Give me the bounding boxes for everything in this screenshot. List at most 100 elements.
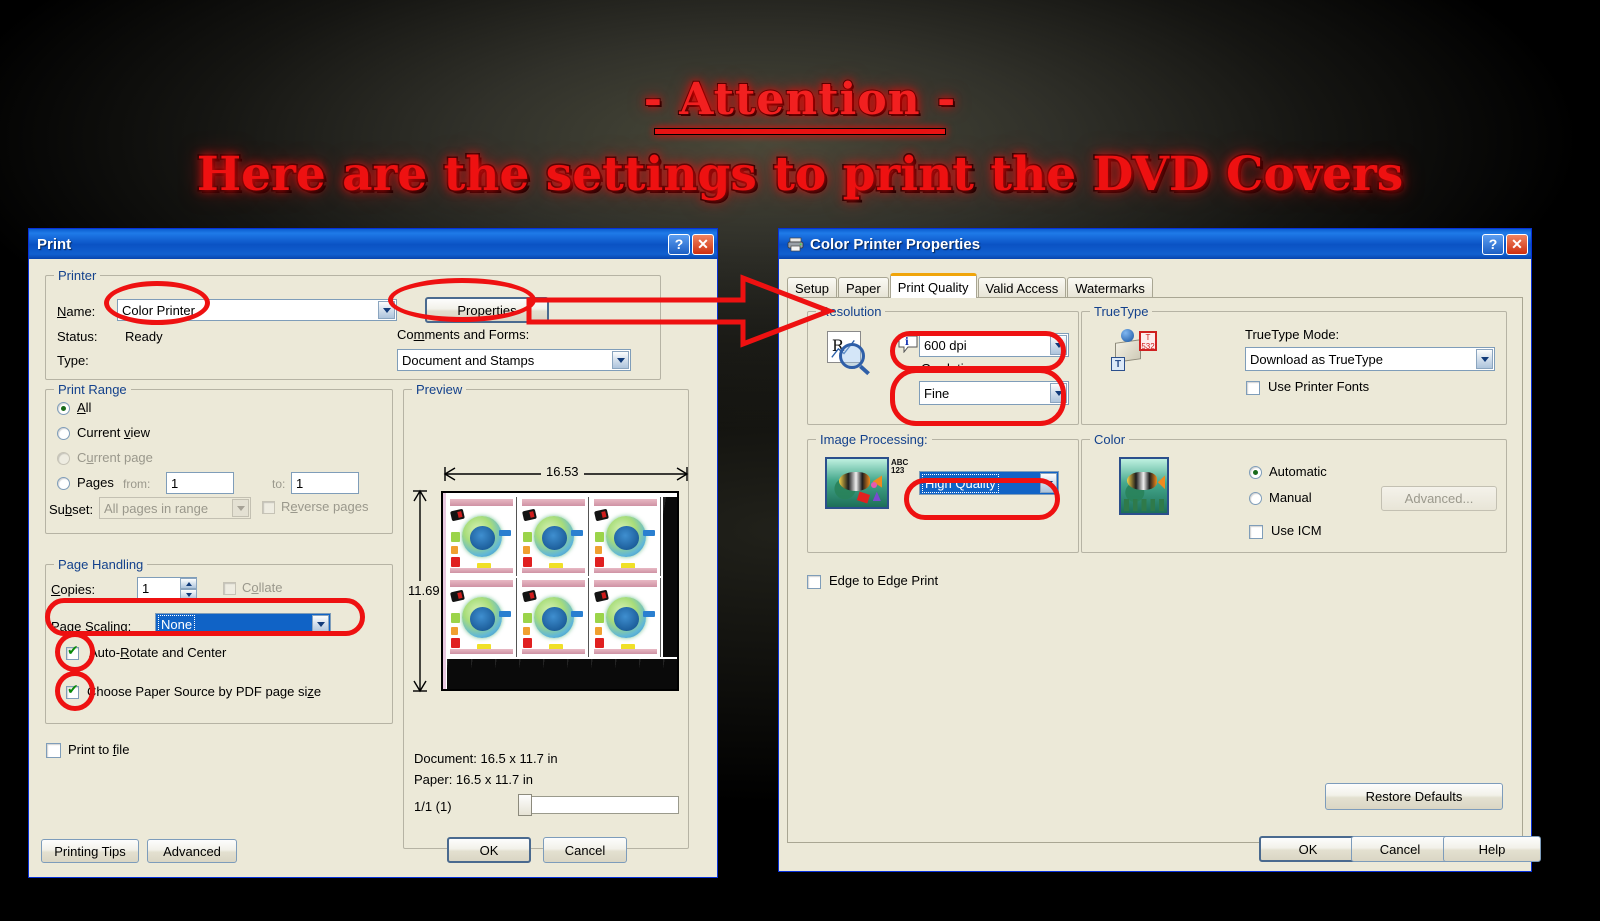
truetype-mode-combo[interactable]: Download as TrueType bbox=[1245, 347, 1495, 371]
printer-name-combo[interactable]: Color Printer bbox=[117, 299, 397, 321]
preview-cover bbox=[447, 497, 517, 576]
svg-text:i: i bbox=[905, 337, 909, 348]
chevron-down-icon bbox=[232, 499, 249, 517]
radio-all[interactable] bbox=[57, 402, 70, 415]
radio-current-view[interactable] bbox=[57, 427, 70, 440]
restore-defaults-button[interactable]: Restore Defaults bbox=[1325, 783, 1503, 810]
use-printer-fonts-checkbox[interactable] bbox=[1246, 381, 1260, 395]
collate-label: Collate bbox=[242, 580, 283, 595]
tab-paper[interactable]: Paper bbox=[837, 277, 889, 298]
printing-tips-label: Printing Tips bbox=[54, 843, 126, 859]
chevron-down-icon[interactable] bbox=[312, 615, 329, 633]
chevron-down-icon[interactable] bbox=[612, 351, 629, 369]
pages-to-label: to: bbox=[272, 477, 286, 491]
page-scaling-label: Page Scaling: bbox=[51, 619, 132, 634]
reverse-pages-checkbox bbox=[262, 501, 275, 514]
props-cancel-label: Cancel bbox=[1379, 841, 1421, 857]
help-button[interactable]: ? bbox=[1482, 233, 1504, 255]
collate-checkbox bbox=[223, 582, 236, 595]
props-ok-button[interactable]: OK bbox=[1259, 836, 1357, 862]
advanced-button[interactable]: Advanced bbox=[147, 839, 237, 863]
radio-color-automatic[interactable] bbox=[1249, 466, 1262, 479]
tab-setup[interactable]: Setup bbox=[787, 277, 837, 298]
help-button[interactable]: ? bbox=[668, 233, 690, 255]
truetype-mode-label: TrueType Mode: bbox=[1245, 327, 1340, 342]
truetype-mode-value: Download as TrueType bbox=[1250, 351, 1383, 367]
printing-tips-button[interactable]: Printing Tips bbox=[41, 839, 139, 863]
tab-print-quality[interactable]: Print Quality bbox=[889, 273, 977, 298]
page-scaling-combo[interactable]: None bbox=[155, 613, 331, 635]
pages-from-value: 1 bbox=[171, 475, 179, 491]
banner-line-1: - Attention - bbox=[643, 74, 957, 125]
radio-color-automatic-label: Automatic bbox=[1269, 464, 1327, 479]
chevron-down-icon[interactable] bbox=[1040, 473, 1057, 493]
printer-icon bbox=[787, 237, 804, 252]
preview-cover bbox=[447, 578, 517, 657]
printer-group-label: Printer bbox=[54, 268, 101, 283]
truetype-icon: T 532 T bbox=[1109, 327, 1165, 375]
properties-dialog-body: Setup Paper Print Quality Valid Access W… bbox=[779, 259, 1541, 871]
print-ok-button[interactable]: OK bbox=[447, 837, 531, 863]
stepper-up-icon[interactable] bbox=[180, 578, 197, 589]
close-button[interactable]: ✕ bbox=[692, 233, 714, 255]
comments-and-forms-label: Comments and Forms: bbox=[397, 327, 530, 342]
preview-page-slider[interactable] bbox=[518, 794, 679, 816]
copies-value: 1 bbox=[142, 580, 150, 596]
copies-stepper[interactable] bbox=[180, 578, 197, 600]
chevron-down-icon[interactable] bbox=[1050, 335, 1067, 355]
print-range-group-label: Print Range bbox=[54, 382, 131, 397]
chevron-down-icon[interactable] bbox=[1050, 383, 1067, 403]
gradation-combo[interactable]: Fine bbox=[919, 381, 1069, 405]
choose-paper-source-checkbox[interactable] bbox=[66, 683, 79, 699]
properties-button[interactable]: Properties bbox=[425, 297, 549, 323]
pages-from-input[interactable]: 1 bbox=[166, 472, 234, 494]
props-ok-label: OK bbox=[1298, 841, 1318, 857]
print-cancel-button[interactable]: Cancel bbox=[543, 837, 627, 863]
truetype-group-label: TrueType bbox=[1090, 304, 1153, 319]
subset-value: All pages in range bbox=[104, 500, 209, 516]
use-icm-label: Use ICM bbox=[1271, 523, 1322, 538]
print-to-file-checkbox[interactable] bbox=[46, 743, 61, 758]
preview-bottom-strip bbox=[447, 659, 677, 689]
props-cancel-button[interactable]: Cancel bbox=[1351, 836, 1449, 862]
chevron-down-icon[interactable] bbox=[378, 301, 395, 319]
preview-cover bbox=[519, 497, 589, 576]
pages-to-input[interactable]: 1 bbox=[291, 472, 359, 494]
preview-cover bbox=[519, 578, 589, 657]
properties-tabstrip: Setup Paper Print Quality Valid Access W… bbox=[787, 273, 1154, 298]
radio-pages[interactable] bbox=[57, 477, 70, 490]
print-dialog-title: Print bbox=[37, 235, 72, 253]
tab-watermarks[interactable]: Watermarks bbox=[1067, 277, 1153, 298]
color-printer-properties-dialog: Color Printer Properties ? ✕ Setup Paper… bbox=[778, 228, 1541, 872]
radio-current-view-label: Current view bbox=[77, 425, 150, 440]
gradation-label: Gradation bbox=[921, 361, 979, 376]
stepper-down-icon[interactable] bbox=[180, 589, 197, 600]
use-icm-checkbox[interactable] bbox=[1249, 525, 1263, 539]
edge-to-edge-label: Edge to Edge Print bbox=[829, 573, 939, 588]
image-processing-combo[interactable]: High Quality bbox=[919, 471, 1059, 495]
preview-left-margin bbox=[443, 493, 446, 689]
tab-valid-access[interactable]: Valid Access bbox=[977, 277, 1067, 298]
print-dialog: Print ? ✕ Printer Name: Color Printer Pr… bbox=[28, 228, 718, 878]
preview-slider-thumb[interactable] bbox=[518, 794, 532, 816]
resolution-dpi-combo[interactable]: 600 dpi bbox=[919, 333, 1069, 357]
copies-label: Copies: bbox=[51, 582, 96, 597]
edge-to-edge-checkbox[interactable] bbox=[807, 575, 821, 589]
gradation-value: Fine bbox=[924, 385, 950, 401]
printer-status-label: Status: bbox=[57, 329, 98, 344]
radio-pages-label: Pages bbox=[77, 475, 114, 490]
image-processing-group-label: Image Processing: bbox=[816, 432, 932, 447]
props-help-button[interactable]: Help bbox=[1443, 836, 1541, 862]
image-processing-icon-text: ABC 123 bbox=[891, 458, 909, 475]
radio-color-manual-label: Manual bbox=[1269, 490, 1312, 505]
subset-label: Subset: bbox=[49, 502, 94, 517]
chevron-down-icon[interactable] bbox=[1476, 349, 1493, 369]
close-button[interactable]: ✕ bbox=[1506, 233, 1528, 255]
page-handling-group: Page Handling bbox=[45, 557, 393, 724]
preview-cover bbox=[591, 497, 661, 576]
auto-rotate-checkbox[interactable] bbox=[66, 644, 79, 660]
comments-and-forms-combo[interactable]: Document and Stamps bbox=[397, 349, 631, 371]
advanced-label: Advanced bbox=[163, 843, 221, 859]
radio-color-manual[interactable] bbox=[1249, 492, 1262, 505]
resolution-dpi-value: 600 dpi bbox=[924, 337, 967, 353]
